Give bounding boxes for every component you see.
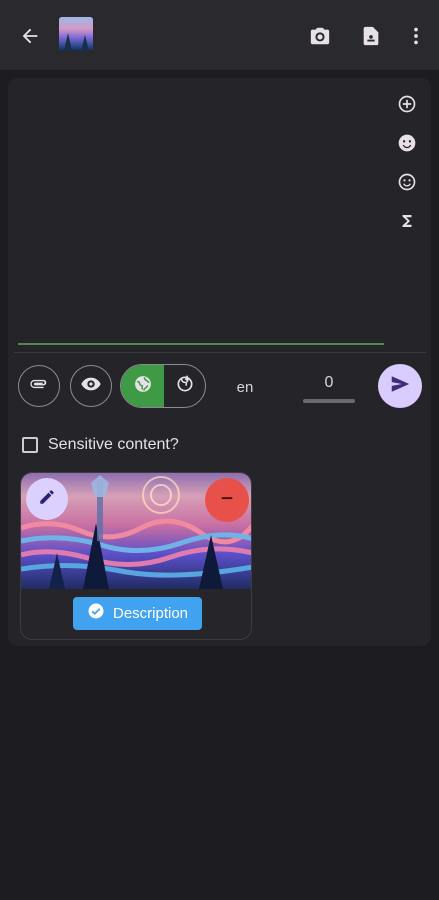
- check-circle-icon: [87, 602, 105, 625]
- send-button[interactable]: [378, 364, 422, 408]
- eye-icon: [80, 373, 102, 400]
- description-label: Description: [112, 605, 189, 622]
- description-button[interactable]: Description: [73, 597, 202, 630]
- sensitive-content-checkbox[interactable]: [22, 437, 38, 453]
- quiet-public-icon: [175, 374, 195, 399]
- globe-icon: [133, 374, 153, 399]
- sensitive-content-label: Sensitive content?: [48, 436, 179, 453]
- sensitive-content-row[interactable]: Sensitive content?: [22, 436, 179, 454]
- top-app-bar: [0, 0, 439, 70]
- document-icon[interactable]: [355, 20, 387, 52]
- character-counter-bar: [303, 399, 355, 403]
- preview-button[interactable]: [70, 365, 112, 407]
- send-icon: [389, 373, 411, 400]
- attach-button[interactable]: [18, 365, 60, 407]
- smiley-icon[interactable]: [393, 168, 421, 196]
- text-input-underline: [18, 343, 384, 345]
- language-selector[interactable]: en: [224, 379, 266, 396]
- more-vert-icon[interactable]: [402, 20, 430, 52]
- attachment-icon: [28, 373, 50, 400]
- sigma-icon[interactable]: [393, 207, 421, 235]
- remove-media-button[interactable]: [205, 478, 249, 522]
- edit-media-button[interactable]: [26, 478, 68, 520]
- post-text-input[interactable]: [18, 82, 384, 344]
- media-attachment: Description: [20, 472, 252, 640]
- add-circle-icon[interactable]: [393, 90, 421, 118]
- camera-icon[interactable]: [304, 20, 336, 52]
- emoji-icon[interactable]: [393, 129, 421, 157]
- minus-icon: [218, 489, 236, 512]
- visibility-quiet-option[interactable]: [164, 365, 205, 407]
- account-thumbnail[interactable]: [59, 17, 93, 51]
- pencil-icon: [38, 488, 56, 511]
- visibility-toggle[interactable]: [120, 364, 206, 408]
- back-arrow-icon[interactable]: [14, 20, 46, 52]
- composer-side-actions: [393, 90, 421, 246]
- visibility-public-option[interactable]: [121, 365, 164, 407]
- toolbar-divider: [14, 352, 426, 353]
- character-counter: 0: [324, 374, 334, 391]
